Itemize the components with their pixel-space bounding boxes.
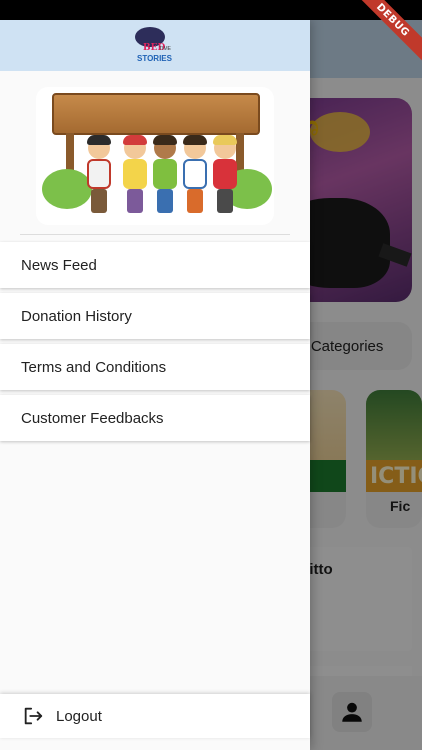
kid-figure bbox=[210, 135, 240, 217]
logo-text-stories: STORIES bbox=[137, 53, 172, 63]
kid-body bbox=[153, 159, 177, 189]
menu-item-donation-history[interactable]: Donation History bbox=[0, 293, 310, 339]
kid-legs bbox=[91, 189, 107, 213]
navigation-drawer: BED TIME STORIES News Feed Donation Hist… bbox=[0, 20, 310, 750]
menu-item-label: Terms and Conditions bbox=[21, 358, 167, 376]
status-bar bbox=[0, 0, 422, 20]
kid-figure bbox=[180, 135, 210, 217]
kid-legs bbox=[157, 189, 173, 213]
menu-item-label: News Feed bbox=[21, 256, 97, 274]
kid-hair bbox=[153, 135, 177, 145]
drawer-header: BED TIME STORIES bbox=[0, 20, 310, 71]
kid-hair bbox=[183, 135, 207, 145]
kid-hair bbox=[87, 135, 111, 145]
kid-body bbox=[213, 159, 237, 189]
menu-item-label: Donation History bbox=[21, 307, 132, 325]
menu-item-news-feed[interactable]: News Feed bbox=[0, 242, 310, 288]
app-screen: ශ ll Categories ES s ICTIO Fic mitto bbox=[0, 0, 422, 750]
kid-figure bbox=[120, 135, 150, 217]
kid-body bbox=[183, 159, 207, 189]
kid-legs bbox=[187, 189, 203, 213]
drawer-divider bbox=[20, 234, 290, 235]
app-logo: BED TIME STORIES bbox=[129, 25, 181, 67]
logout-button[interactable]: Logout bbox=[0, 694, 310, 738]
kid-hair bbox=[213, 135, 237, 145]
kid-body bbox=[87, 159, 111, 189]
kid-legs bbox=[127, 189, 143, 213]
kid-body bbox=[123, 159, 147, 189]
kid-hat bbox=[123, 135, 147, 145]
kid-legs bbox=[217, 189, 233, 213]
menu-item-terms-and-conditions[interactable]: Terms and Conditions bbox=[0, 344, 310, 390]
logout-label: Logout bbox=[56, 707, 102, 725]
kid-figure bbox=[84, 135, 114, 217]
kids-banner-image bbox=[36, 87, 274, 225]
menu-item-label: Customer Feedbacks bbox=[21, 409, 164, 427]
logo-text-time: TIME bbox=[159, 45, 171, 52]
logout-icon bbox=[24, 707, 43, 725]
wooden-sign bbox=[52, 93, 260, 135]
drawer-menu: News Feed Donation History Terms and Con… bbox=[0, 242, 310, 446]
menu-item-customer-feedbacks[interactable]: Customer Feedbacks bbox=[0, 395, 310, 441]
kid-figure bbox=[150, 135, 180, 217]
